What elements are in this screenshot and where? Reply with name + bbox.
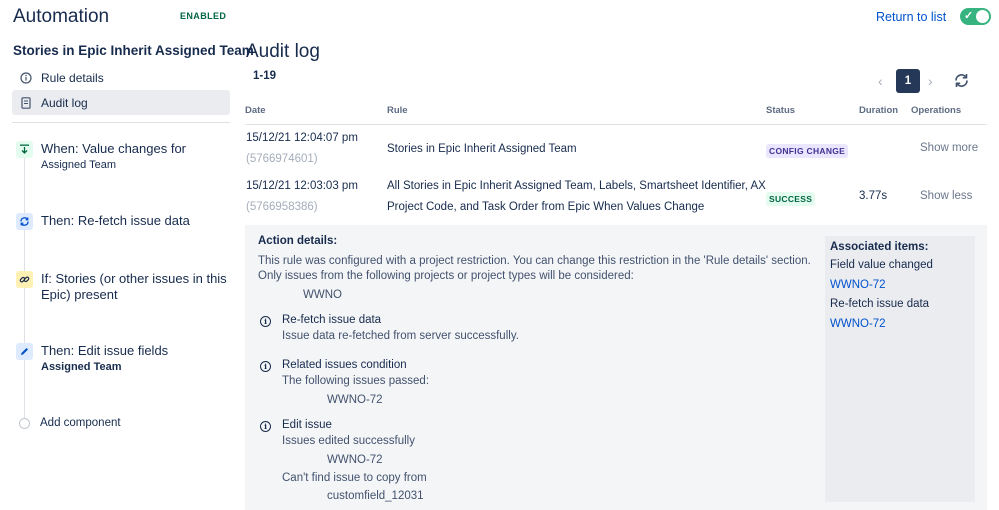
component-title: When: Value changes for: [41, 141, 187, 156]
associated-issue-link[interactable]: WWNO-72: [830, 279, 886, 291]
action-field-id: customfield_12031: [327, 490, 424, 502]
show-more-button[interactable]: Show more: [920, 142, 978, 154]
refresh-icon[interactable]: [953, 72, 970, 89]
column-header-rule: Rule: [387, 105, 408, 116]
component-edit-issue[interactable]: Then: Edit issue fields Assigned Team: [16, 343, 231, 375]
component-condition[interactable]: If: Stories (or other issues in this Epi…: [16, 271, 231, 303]
pagination-current-page[interactable]: 1: [896, 69, 920, 93]
info-icon: i: [260, 361, 271, 372]
associated-group-label: Re-fetch issue data: [830, 298, 930, 310]
associated-issue-link[interactable]: WWNO-72: [830, 318, 886, 330]
pencil-icon: [16, 343, 33, 360]
action-text: The following issues passed:: [282, 375, 430, 387]
column-header-date: Date: [245, 105, 266, 116]
component-title: If: Stories (or other issues in this Epi…: [41, 271, 227, 302]
column-header-duration: Duration: [859, 105, 899, 116]
sidebar-item-rule-details[interactable]: Rule details: [12, 65, 230, 90]
chevron-right-icon[interactable]: ›: [928, 73, 933, 89]
rule-enabled-toggle[interactable]: ✓: [960, 8, 991, 25]
checkmark-icon: ✓: [964, 10, 974, 22]
associated-items-heading: Associated items:: [830, 241, 929, 253]
component-subtitle: Assigned Team: [41, 361, 122, 373]
app-title: Automation: [13, 6, 110, 27]
restriction-text: This rule was configured with a project …: [258, 255, 811, 267]
component-refetch[interactable]: Then: Re-fetch issue data: [16, 213, 231, 231]
link-icon: [16, 271, 33, 288]
info-icon: i: [260, 316, 271, 327]
results-range: 1-19: [253, 70, 277, 82]
toggle-knob: [976, 10, 989, 23]
component-title: Then: Edit issue fields: [41, 343, 169, 358]
table-header-divider: [245, 124, 987, 125]
action-text: Can't find issue to copy from: [282, 472, 427, 484]
trigger-icon: [16, 141, 33, 158]
row-rule-continued: Project Code, and Task Order from Epic W…: [387, 201, 705, 213]
info-icon: i: [260, 421, 271, 432]
enabled-status-badge: ENABLED: [180, 11, 227, 21]
column-header-status: Status: [766, 105, 796, 116]
show-less-button[interactable]: Show less: [920, 190, 972, 202]
action-title: Edit issue: [282, 419, 332, 431]
row-rule: Stories in Epic Inherit Assigned Team: [387, 143, 577, 155]
sidebar-item-label: Rule details: [41, 70, 104, 85]
sidebar-divider: [12, 122, 230, 123]
action-text: Issues edited successfully: [282, 435, 415, 447]
row-rule: All Stories in Epic Inherit Assigned Tea…: [387, 180, 766, 192]
restriction-text: Only issues from the following projects …: [258, 270, 634, 282]
action-details-heading: Action details:: [258, 235, 338, 247]
chevron-left-icon[interactable]: ‹: [878, 73, 883, 89]
rule-name: Stories in Epic Inherit Assigned Team: [13, 43, 254, 58]
action-title: Related issues condition: [282, 359, 407, 371]
component-trigger[interactable]: When: Value changes for Assigned Team: [16, 141, 231, 173]
component-subtitle: Assigned Team: [41, 159, 117, 171]
action-text: Issue data re-fetched from server succes…: [282, 330, 519, 342]
row-id: (5766974601): [246, 153, 318, 165]
status-badge: CONFIG CHANGE: [766, 144, 849, 158]
add-component-dot: [19, 418, 30, 429]
row-date: 15/12/21 12:03:03 pm: [246, 180, 358, 192]
add-component-button[interactable]: Add component: [40, 417, 121, 429]
associated-group-label: Field value changed: [830, 259, 933, 271]
row-duration: 3.77s: [859, 190, 888, 202]
sidebar-item-audit-log[interactable]: Audit log: [12, 90, 230, 115]
action-title: Re-fetch issue data: [282, 314, 382, 326]
return-to-list-link[interactable]: Return to list: [876, 10, 946, 24]
column-header-operations: Operations: [911, 105, 962, 116]
info-icon: [19, 71, 33, 85]
row-date: 15/12/21 12:04:07 pm: [246, 132, 358, 144]
document-icon: [19, 96, 33, 110]
action-issue-key: WWNO-72: [327, 454, 383, 466]
page-title: Audit log: [246, 41, 320, 62]
associated-items-panel: [825, 236, 975, 502]
status-badge: SUCCESS: [766, 192, 816, 206]
sidebar-item-label: Audit log: [41, 95, 88, 110]
refresh-icon: [16, 213, 33, 230]
component-title: Then: Re-fetch issue data: [41, 213, 190, 228]
action-issue-key: WWNO-72: [327, 394, 383, 406]
restricted-project: WWNO: [303, 289, 342, 301]
row-id: (5766958386): [246, 201, 318, 213]
